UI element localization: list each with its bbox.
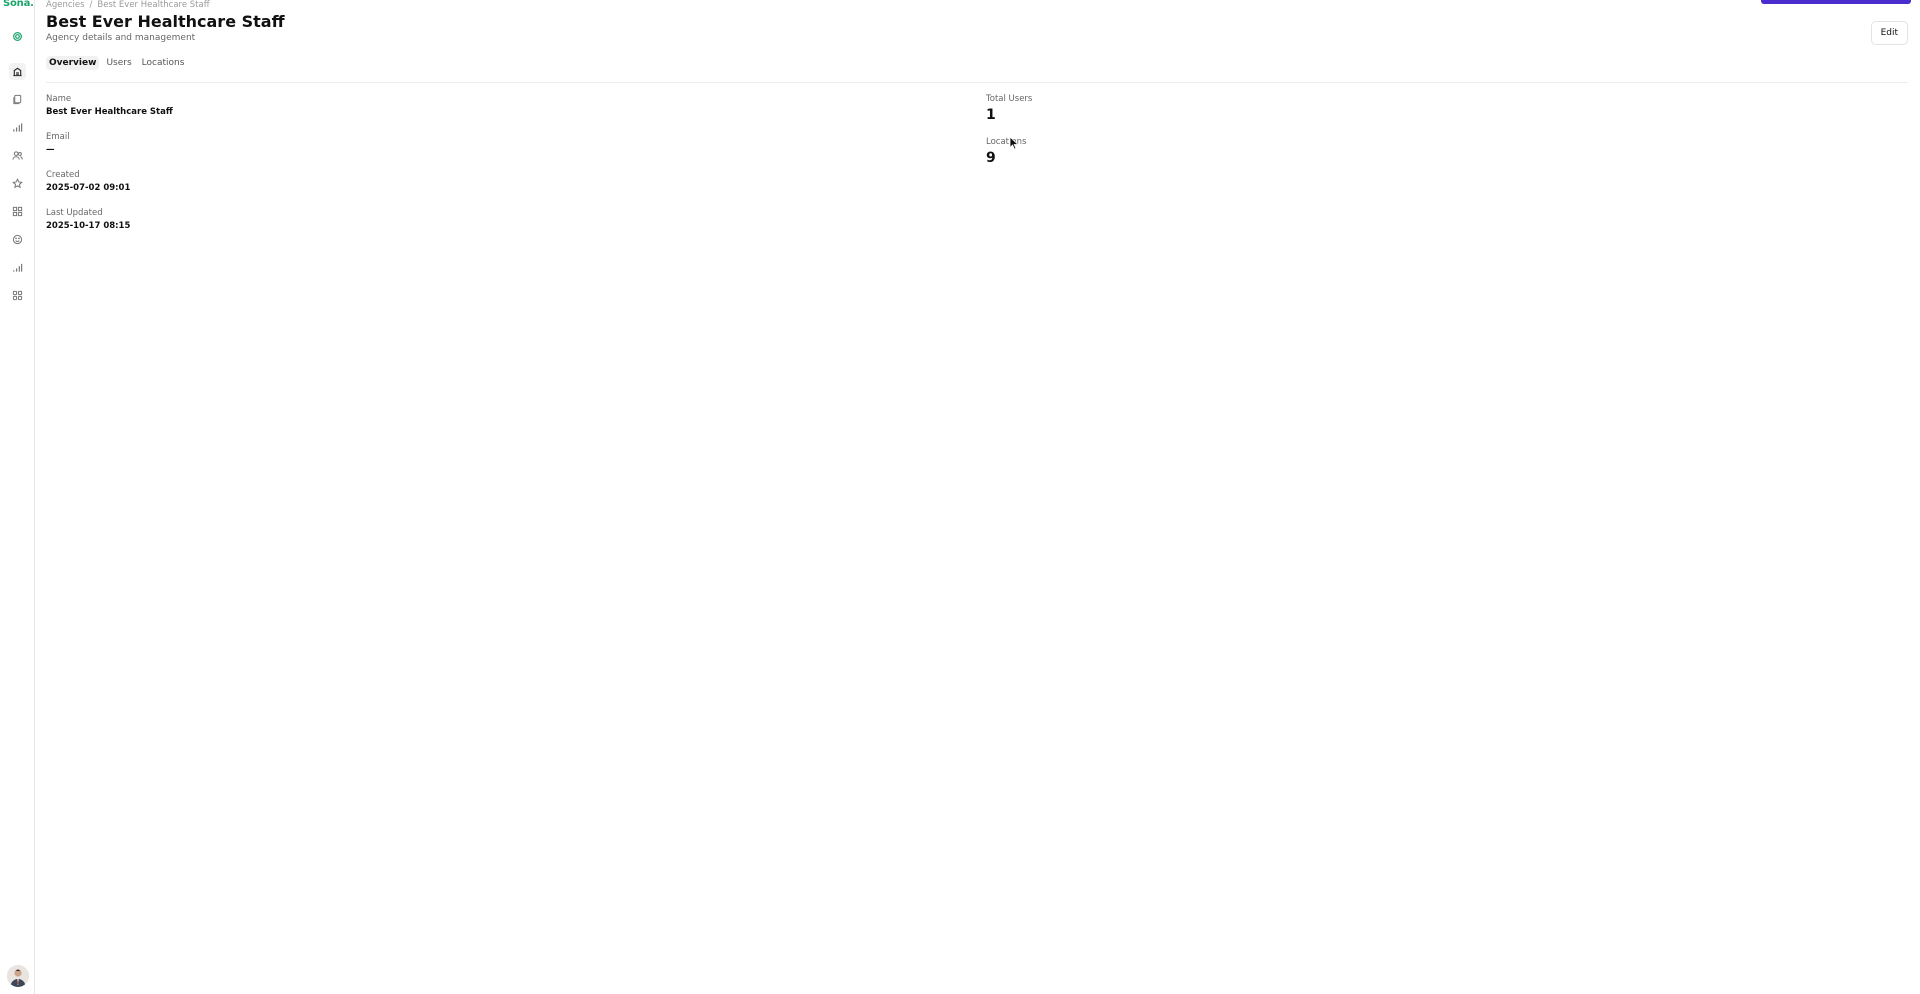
tab-users[interactable]: Users	[103, 56, 134, 70]
breadcrumb-separator: /	[89, 0, 93, 10]
stat-value: 9	[986, 150, 996, 166]
field-value: Best Ever Healthcare Staff	[46, 107, 173, 117]
building-icon	[13, 67, 22, 77]
agency-details: Name Best Ever Healthcare Staff Email — …	[46, 94, 173, 246]
sidebar-item-modules[interactable]	[9, 203, 26, 220]
app-logo[interactable]: Sona.	[3, 0, 34, 9]
breadcrumb: Agencies / Best Ever Healthcare Staff	[46, 0, 210, 10]
smile-icon	[12, 234, 23, 245]
field-label: Email	[46, 132, 70, 142]
tab-overview[interactable]: Overview	[46, 56, 100, 70]
top-accent-strip	[1761, 0, 1911, 4]
field-created: Created 2025-07-02 09:01	[46, 170, 173, 194]
page-title: Best Ever Healthcare Staff	[46, 12, 285, 31]
sidebar-item-analytics[interactable]	[9, 259, 26, 276]
sidebar-item-settings[interactable]	[9, 28, 26, 45]
mouse-cursor-icon	[1009, 136, 1019, 150]
user-avatar-icon	[7, 965, 29, 987]
stat-total-users: Total Users 1	[986, 94, 1032, 124]
breadcrumb-agencies[interactable]: Agencies	[46, 0, 85, 10]
user-avatar[interactable]	[7, 965, 29, 987]
field-value: 2025-07-02 09:01	[46, 183, 131, 193]
tab-bar: Overview Users Locations	[46, 56, 187, 70]
sidebar-item-users[interactable]	[9, 147, 26, 164]
field-value: —	[46, 145, 55, 155]
tab-locations[interactable]: Locations	[139, 56, 188, 70]
page-subtitle: Agency details and management	[46, 33, 196, 43]
star-icon	[12, 178, 23, 189]
stat-label: Total Users	[986, 94, 1033, 104]
field-label: Name	[46, 94, 72, 104]
field-label: Last Updated	[46, 208, 103, 218]
sidebar-item-favorites[interactable]	[9, 175, 26, 192]
sidebar-item-feedback[interactable]	[9, 231, 26, 248]
grid-icon	[12, 206, 23, 217]
settings-icon	[13, 32, 22, 41]
breadcrumb-current: Best Ever Healthcare Staff	[97, 0, 210, 10]
edit-button[interactable]: Edit	[1870, 21, 1908, 45]
field-email: Email —	[46, 132, 173, 156]
field-last-updated: Last Updated 2025-10-17 08:15	[46, 208, 173, 232]
bar-chart-icon	[13, 123, 23, 132]
users-icon	[12, 151, 23, 160]
app-window: Sona. Agencies / Best Ever Healthcare St…	[0, 0, 1920, 994]
field-value: 2025-10-17 08:15	[46, 221, 131, 231]
sidebar-item-agencies[interactable]	[9, 63, 26, 80]
sidebar-item-reports[interactable]	[9, 119, 26, 136]
tabs-divider	[46, 82, 1908, 83]
signal-icon	[13, 263, 23, 272]
sidebar: Sona.	[0, 0, 35, 994]
documents-icon	[13, 94, 22, 105]
stat-value: 1	[986, 107, 996, 123]
apps-icon	[12, 290, 23, 301]
sidebar-item-apps[interactable]	[9, 287, 26, 304]
field-label: Created	[46, 170, 80, 180]
sidebar-item-documents[interactable]	[9, 91, 26, 108]
field-name: Name Best Ever Healthcare Staff	[46, 94, 173, 118]
